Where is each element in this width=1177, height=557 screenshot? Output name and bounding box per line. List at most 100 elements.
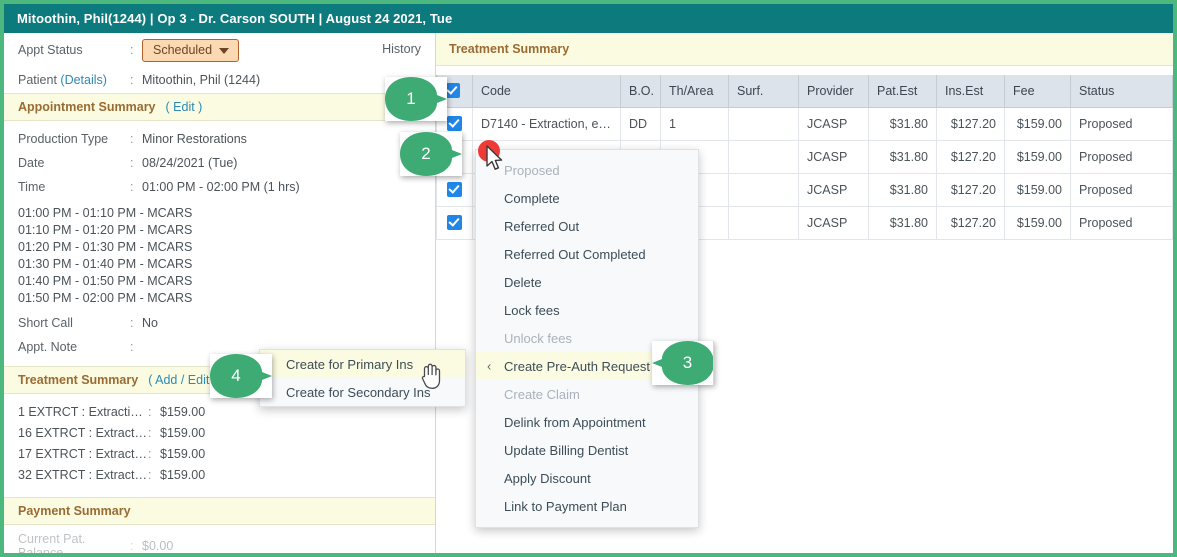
page-title: Mitoothin, Phil(1244) | Op 3 - Dr. Carso… (17, 11, 453, 26)
cell-status: Proposed (1070, 172, 1173, 207)
context-menu-item-lock-fees[interactable]: Lock fees (476, 296, 698, 324)
context-menu-item-apply-discount[interactable]: Apply Discount (476, 464, 698, 492)
treatment-summary-header-right: Treatment Summary (436, 33, 1173, 66)
cell-pat-est: $31.80 (868, 205, 937, 240)
context-menu-label: Create Claim (504, 386, 580, 402)
patient-details-text: Details (64, 73, 103, 87)
cell-bo: DD (620, 106, 661, 141)
cell-th-area: 1 (660, 106, 729, 141)
treatment-summary-heading-left: Treatment Summary (18, 373, 139, 387)
appt-status-dropdown[interactable]: Scheduled (142, 38, 240, 62)
production-type-separator: : (130, 132, 134, 146)
treatment-summary-add-edit-link[interactable]: ( Add / Edit ) (148, 373, 217, 387)
appointment-summary-edit-link[interactable]: ( Edit ) (166, 100, 203, 114)
history-link[interactable]: History (382, 42, 421, 56)
time-value: 01:00 PM - 02:00 PM (1 hrs) (142, 180, 300, 194)
cell-pat-est: $31.80 (868, 172, 937, 207)
table-row[interactable]: D7140 - Extraction, eru... DD 1 JCASP $3… (436, 106, 1173, 141)
cell-status: Proposed (1070, 205, 1173, 240)
appt-note-separator: : (130, 340, 134, 354)
production-type-row: Production Type : Minor Restorations (4, 127, 435, 151)
cell-fee: $159.00 (1004, 205, 1071, 240)
column-header-code[interactable]: Code (472, 75, 621, 108)
production-type-value: Minor Restorations (142, 132, 247, 146)
context-menu-item-referred-out-completed[interactable]: Referred Out Completed (476, 240, 698, 268)
cell-fee: $159.00 (1004, 106, 1071, 141)
column-header-surf[interactable]: Surf. (728, 75, 799, 108)
appt-status-row: Appt Status : Scheduled History (4, 33, 435, 67)
row-checkbox[interactable] (447, 215, 462, 231)
cell-ins-est: $127.20 (936, 139, 1005, 174)
row-checkbox[interactable] (447, 116, 462, 132)
list-item: 01:20 PM - 01:30 PM - MCARS (18, 240, 193, 254)
submenu-label: Create for Secondary Ins (286, 384, 431, 400)
context-menu-item-update-billing-dentist[interactable]: Update Billing Dentist (476, 436, 698, 464)
treatment-item-separator: : (148, 446, 152, 461)
cell-provider[interactable]: JCASP (798, 139, 869, 174)
context-menu-label: Delete (504, 274, 542, 290)
context-menu-item-complete[interactable]: Complete (476, 184, 698, 212)
treatment-item-name: 16 EXTRCT : Extractio... (18, 425, 148, 440)
treatment-item-name: 32 EXTRCT : Extractio... (18, 467, 148, 482)
cell-provider[interactable]: JCASP (798, 172, 869, 207)
column-header-provider[interactable]: Provider (798, 75, 869, 108)
list-item: 01:40 PM - 01:50 PM - MCARS (18, 274, 193, 288)
context-menu-label: Apply Discount (504, 470, 591, 486)
time-row: Time : 01:00 PM - 02:00 PM (1 hrs) (4, 175, 435, 199)
short-call-label: Short Call (18, 316, 73, 330)
cell-code[interactable]: D7140 - Extraction, eru... (472, 106, 621, 141)
cell-surf (728, 139, 799, 174)
patient-label: Patient (Details) (18, 73, 130, 87)
column-header-status[interactable]: Status (1070, 75, 1173, 108)
cell-surf (728, 172, 799, 207)
cell-provider[interactable]: JCASP (798, 205, 869, 240)
appt-status-value: Scheduled (153, 42, 213, 57)
appointment-summary-heading: Appointment Summary (18, 100, 156, 114)
short-call-separator: : (130, 316, 134, 330)
context-menu-item-delete[interactable]: Delete (476, 268, 698, 296)
current-balance-label: Current Pat. Balance (18, 532, 86, 557)
list-item: 32 EXTRCT : Extractio... : $159.00 (4, 464, 435, 485)
row-context-menu[interactable]: Proposed Complete Referred Out Referred … (475, 149, 699, 528)
select-all-checkbox[interactable] (445, 83, 460, 99)
treatment-item-fee: $159.00 (160, 425, 206, 440)
column-header-bo[interactable]: B.O. (620, 75, 661, 108)
list-item: 01:50 PM - 02:00 PM - MCARS (18, 291, 193, 305)
context-menu-item-referred-out[interactable]: Referred Out (476, 212, 698, 240)
context-menu-item-delink-from-appointment[interactable]: Delink from Appointment (476, 408, 698, 436)
cell-ins-est: $127.20 (936, 106, 1005, 141)
row-checkbox[interactable] (447, 182, 462, 198)
list-item: 01:30 PM - 01:40 PM - MCARS (18, 257, 193, 271)
submenu-label: Create for Primary Ins (286, 356, 414, 372)
row-select-cell (436, 172, 473, 207)
appointment-summary-header: Appointment Summary ( Edit ) (4, 93, 435, 121)
callout-marker-1: 1 (385, 77, 447, 121)
short-call-row: Short Call : No (4, 311, 435, 335)
cell-provider[interactable]: JCASP (798, 106, 869, 141)
cell-pat-est: $31.80 (868, 139, 937, 174)
cell-fee: $159.00 (1004, 172, 1071, 207)
cell-surf (728, 205, 799, 240)
context-menu-label: Update Billing Dentist (504, 442, 629, 458)
list-item: 16 EXTRCT : Extractio... : $159.00 (4, 422, 435, 443)
column-header-pat-est[interactable]: Pat.Est (868, 75, 937, 108)
window-title-bar: Mitoothin, Phil(1244) | Op 3 - Dr. Carso… (4, 4, 1173, 33)
context-menu-item-link-to-payment-plan[interactable]: Link to Payment Plan (476, 492, 698, 520)
cell-status: Proposed (1070, 139, 1173, 174)
column-header-ins-est[interactable]: Ins.Est (936, 75, 1005, 108)
treatment-item-name: 17 EXTRCT : Extractio... (18, 446, 148, 461)
context-menu-label: Complete (504, 190, 560, 206)
column-header-th-area[interactable]: Th/Area (660, 75, 729, 108)
date-separator: : (130, 156, 134, 170)
column-header-fee[interactable]: Fee (1004, 75, 1071, 108)
context-menu-label: Delink from Appointment (504, 414, 646, 430)
cell-ins-est: $127.20 (936, 205, 1005, 240)
treatment-item-separator: : (148, 467, 152, 482)
current-balance-value: $0.00 (142, 539, 174, 553)
cell-status: Proposed (1070, 106, 1173, 141)
cell-fee: $159.00 (1004, 139, 1071, 174)
paren-close: ) (102, 73, 107, 87)
context-menu-label: Unlock fees (504, 330, 572, 346)
patient-details-link[interactable]: (Details) (60, 73, 107, 87)
payment-summary-header: Payment Summary (4, 497, 435, 525)
